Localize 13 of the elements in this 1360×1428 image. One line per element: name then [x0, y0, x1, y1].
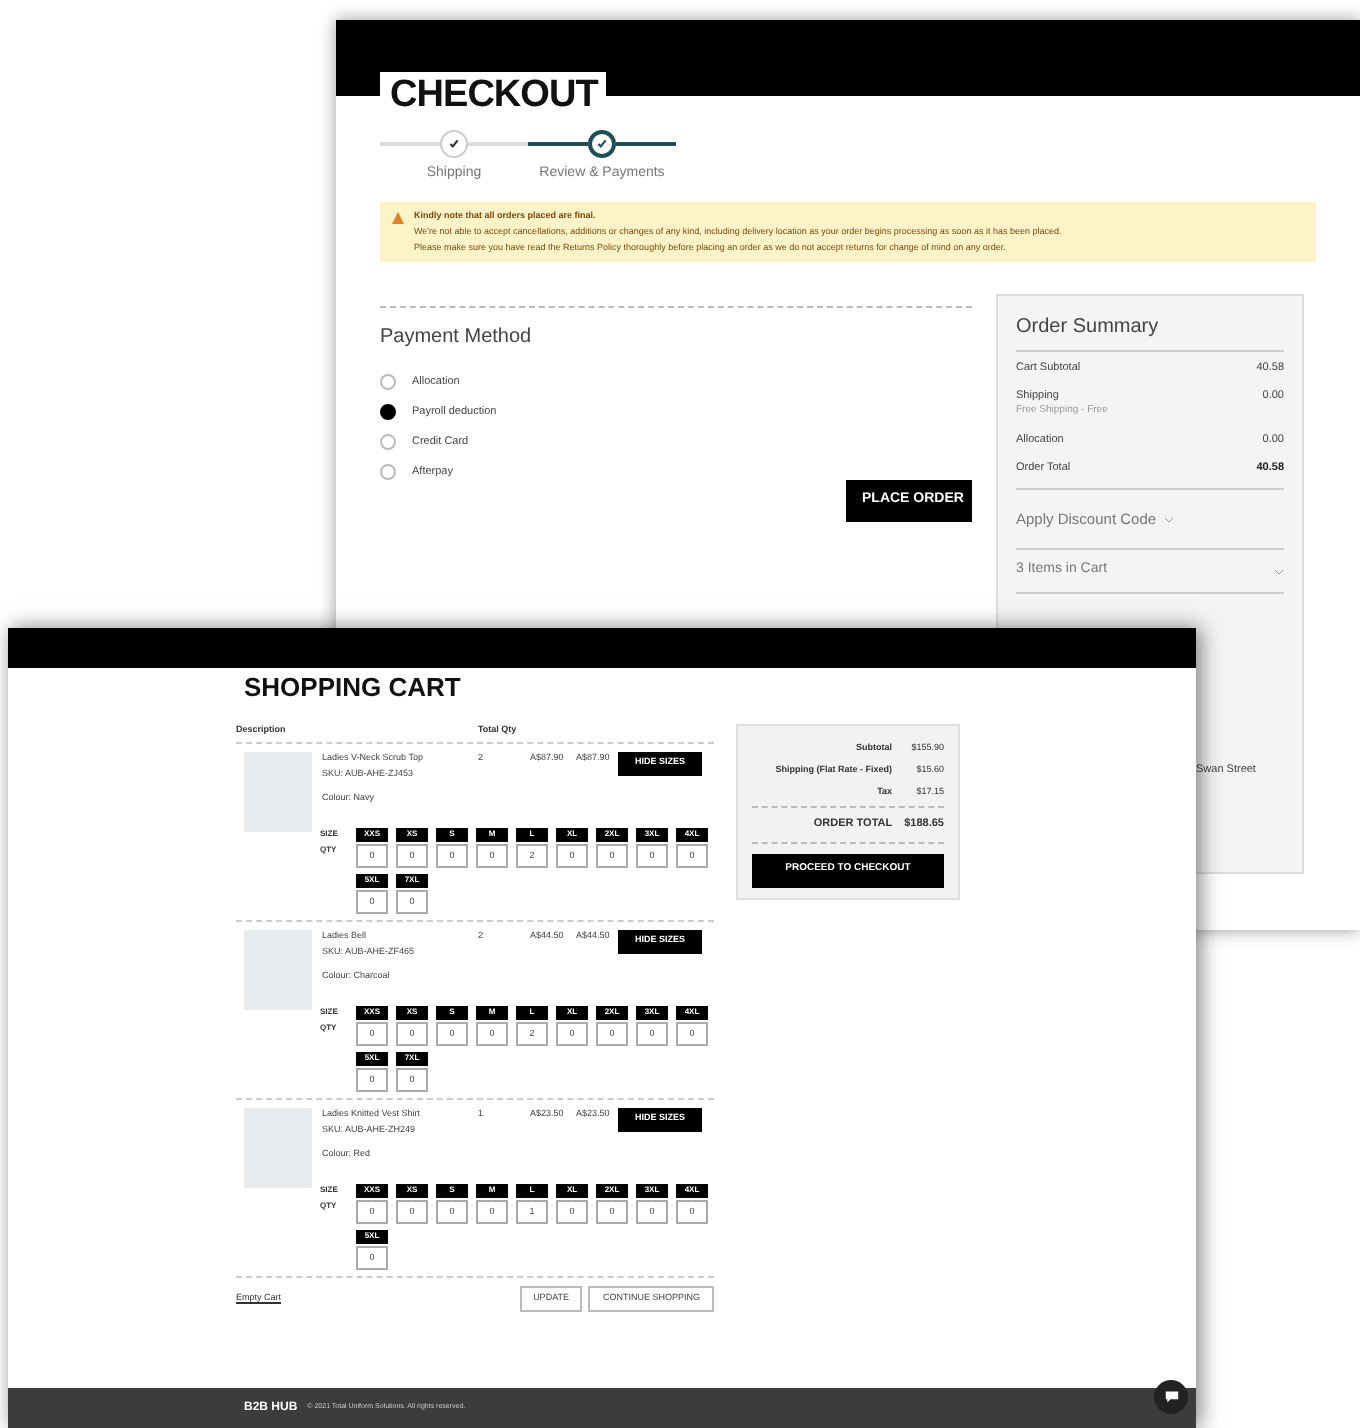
chat-icon [1163, 1390, 1179, 1404]
summary-title: Order Summary [1016, 311, 1284, 351]
chat-button[interactable] [1154, 1380, 1188, 1414]
chevron-icon [1164, 515, 1175, 524]
check-icon [448, 138, 460, 150]
check-icon [596, 138, 608, 150]
radio-button[interactable] [380, 374, 396, 390]
radio-button[interactable] [380, 464, 396, 480]
radio-button[interactable] [380, 404, 396, 420]
section-title: Payment Method [380, 323, 534, 351]
radio-button[interactable] [380, 434, 396, 450]
chevron-icon [1274, 567, 1284, 575]
warning-icon [392, 211, 404, 223]
